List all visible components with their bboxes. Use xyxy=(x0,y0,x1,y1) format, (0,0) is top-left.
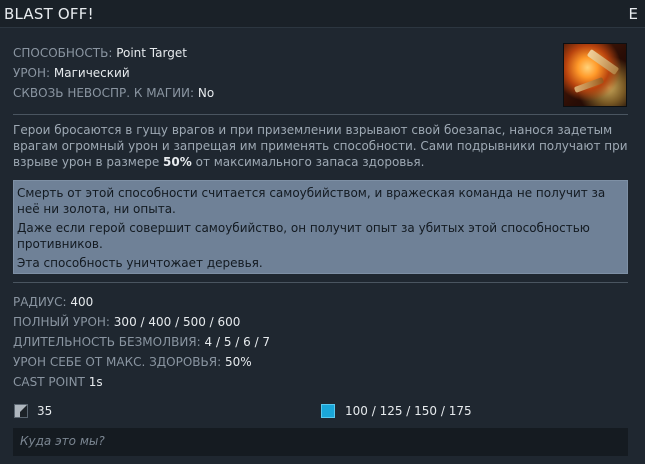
stat-row-cast-point: CAST POINT 1s xyxy=(13,374,270,394)
ability-lore: Куда это мы? xyxy=(13,428,628,456)
stat-label: CAST POINT xyxy=(13,375,85,389)
icon-blade-shape-2 xyxy=(573,77,605,93)
stat-row-total-damage: ПОЛНЫЙ УРОН: 300 / 400 / 500 / 600 xyxy=(13,314,270,334)
lore-text: Куда это мы? xyxy=(20,434,105,448)
stat-value: 300 / 400 / 500 / 600 xyxy=(113,315,241,329)
description-text-end: от максимального запаса здоровья. xyxy=(195,155,425,169)
ability-behavior-value: Point Target xyxy=(116,46,187,60)
damage-type-row: УРОН: Магический xyxy=(13,65,214,85)
ability-costs: 35 100 / 125 / 150 / 175 xyxy=(0,403,645,419)
note-item: Эта способность уничтожает деревья. xyxy=(17,256,263,270)
stat-value: 4 / 5 / 6 / 7 xyxy=(204,335,271,349)
divider-top xyxy=(13,114,628,115)
stat-label: ДЛИТЕЛЬНОСТЬ БЕЗМОЛВИЯ: xyxy=(13,335,201,349)
ability-info: СПОСОБНОСТЬ: Point Target УРОН: Магическ… xyxy=(13,45,214,105)
stat-value: 400 xyxy=(70,295,94,309)
ability-behavior-label: СПОСОБНОСТЬ: xyxy=(13,46,113,60)
icon-blade-shape xyxy=(586,48,620,76)
stat-row-radius: РАДИУС: 400 xyxy=(13,294,270,314)
stat-value: 50% xyxy=(224,355,252,369)
ability-name: BLAST OFF! xyxy=(4,5,94,23)
ability-behavior-row: СПОСОБНОСТЬ: Point Target xyxy=(13,45,214,65)
ability-hotkey: E xyxy=(628,5,638,23)
note-item: Даже если герой совершит самоубийство, о… xyxy=(17,221,590,251)
ability-description: Герои бросаются в гущу врагов и при приз… xyxy=(13,122,631,170)
damage-type-value: Магический xyxy=(53,66,130,80)
mana-cost-value: 100 / 125 / 150 / 175 xyxy=(345,404,472,418)
pierces-immunity-row: СКВОЗЬ НЕВОСПР. К МАГИИ: No xyxy=(13,85,214,105)
damage-type-label: УРОН: xyxy=(13,66,51,80)
pierces-immunity-label: СКВОЗЬ НЕВОСПР. К МАГИИ: xyxy=(13,86,195,100)
description-highlight: 50% xyxy=(163,155,192,169)
blast-off-ability-icon xyxy=(563,43,627,107)
cooldown-icon xyxy=(14,404,28,418)
ability-notes: Смерть от этой способности считается сам… xyxy=(13,180,628,274)
pierces-immunity-value: No xyxy=(197,86,215,100)
stat-value: 1s xyxy=(88,375,103,389)
stat-row-silence-duration: ДЛИТЕЛЬНОСТЬ БЕЗМОЛВИЯ: 4 / 5 / 6 / 7 xyxy=(13,334,270,354)
divider-middle xyxy=(13,282,628,283)
stat-row-self-damage: УРОН СЕБЕ ОТ МАКС. ЗДОРОВЬЯ: 50% xyxy=(13,354,270,374)
note-item: Смерть от этой способности считается сам… xyxy=(17,186,606,216)
mana-icon xyxy=(321,404,335,418)
cooldown-value: 35 xyxy=(37,404,53,418)
ability-stats: РАДИУС: 400 ПОЛНЫЙ УРОН: 300 / 400 / 500… xyxy=(13,294,270,394)
stat-label: РАДИУС: xyxy=(13,295,67,309)
stat-label: УРОН СЕБЕ ОТ МАКС. ЗДОРОВЬЯ: xyxy=(13,355,222,369)
stat-label: ПОЛНЫЙ УРОН: xyxy=(13,315,110,329)
tooltip-header: BLAST OFF! E xyxy=(0,0,645,28)
